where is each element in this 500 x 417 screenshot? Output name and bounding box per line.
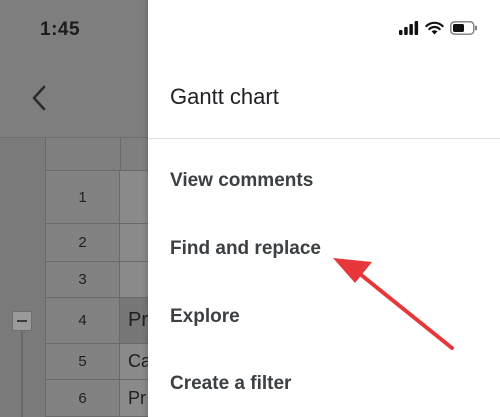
- side-drawer: Gantt chart View comments Find and repla…: [148, 0, 500, 417]
- cell-row-2[interactable]: [120, 224, 148, 262]
- row-header-6[interactable]: 6: [46, 380, 120, 417]
- column-separator: [120, 138, 121, 171]
- drawer-title: Gantt chart: [170, 84, 279, 109]
- menu-item-create-a-filter[interactable]: Create a filter: [148, 354, 500, 414]
- background-toolbar: [0, 60, 148, 138]
- row-header-3[interactable]: 3: [46, 262, 120, 298]
- column-header: [46, 138, 148, 171]
- cell-row-3[interactable]: [120, 262, 148, 298]
- cell-row-5[interactable]: Ca: [120, 344, 148, 380]
- wifi-icon: [425, 21, 444, 35]
- back-chevron-icon[interactable]: [30, 83, 48, 113]
- status-icons: [399, 21, 478, 35]
- cell-row-6[interactable]: Pr: [120, 380, 148, 417]
- row-group-line: [21, 331, 23, 417]
- row-group-gutter: [0, 138, 46, 417]
- row-header-5[interactable]: 5: [46, 344, 120, 380]
- cell-row-4[interactable]: Pr: [120, 298, 148, 344]
- menu-item-explore[interactable]: Explore: [148, 287, 500, 347]
- row-header-1[interactable]: 1: [46, 171, 120, 224]
- row-header-4[interactable]: 4: [46, 298, 120, 344]
- status-time: 1:45: [40, 19, 81, 40]
- menu-item-find-and-replace[interactable]: Find and replace: [148, 219, 500, 279]
- collapse-icon[interactable]: [12, 311, 32, 331]
- drawer-divider: [148, 138, 500, 139]
- menu-item-view-comments[interactable]: View comments: [148, 151, 500, 211]
- battery-icon: [450, 21, 477, 35]
- row-header-2[interactable]: 2: [46, 224, 120, 262]
- signal-icon: [399, 21, 419, 35]
- cell-row-1[interactable]: [120, 171, 148, 224]
